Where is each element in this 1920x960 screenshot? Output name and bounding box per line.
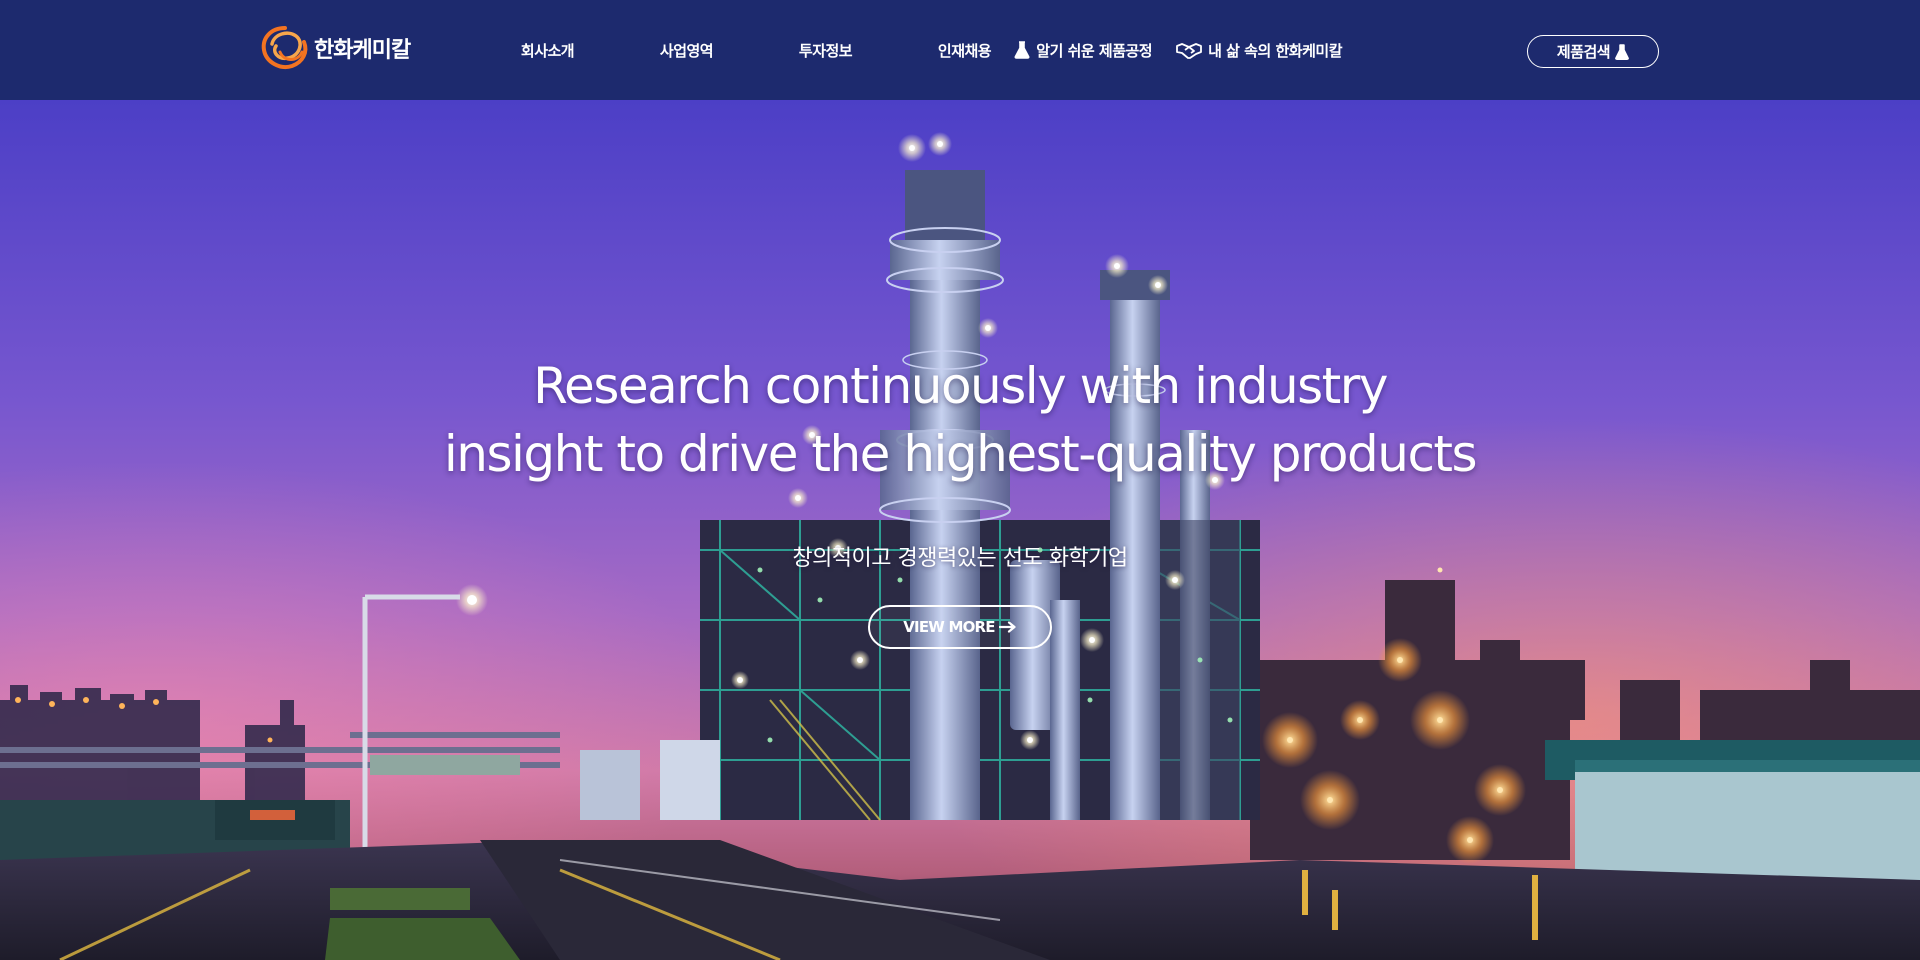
hero-subtitle: 창의적이고 경쟁력있는 선도 화학기업 — [792, 546, 1128, 571]
product-search-label: 제품검색 — [1556, 43, 1611, 61]
hero-section: Research continuously with industry insi… — [0, 100, 1920, 960]
handshake-icon — [1176, 43, 1203, 59]
nav-item-business[interactable]: 사업영역 — [617, 40, 756, 61]
nav-item-company[interactable]: 회사소개 — [478, 40, 617, 61]
arrow-right-icon — [998, 621, 1016, 633]
flask-icon — [1615, 43, 1629, 60]
hero-title-line-2: insight to drive the highest-quality pro… — [443, 425, 1478, 483]
nav-item-investor[interactable]: 투자정보 — [756, 40, 895, 61]
flask-icon — [1014, 41, 1030, 59]
view-more-button[interactable]: VIEW MORE — [868, 605, 1052, 649]
page: 한화케미칼 회사소개 사업영역 투자정보 인재채용 알기 쉬운 제품공정 내 삶… — [0, 0, 1920, 960]
logo-text: 한화케미칼 — [314, 38, 411, 63]
utility-links: 알기 쉬운 제품공정 내 삶 속의 한화케미칼 — [990, 0, 1342, 100]
hanwha-in-life-link[interactable]: 내 삶 속의 한화케미칼 — [1176, 40, 1342, 61]
hero-background-plant-image — [0, 100, 1920, 960]
hero-title-line-1: Research continuously with industry — [533, 357, 1388, 415]
hanwha-in-life-label: 내 삶 속의 한화케미칼 — [1208, 41, 1342, 60]
main-nav: 회사소개 사업영역 투자정보 인재채용 — [478, 0, 1034, 100]
hanwha-logo-icon — [261, 26, 308, 69]
logo[interactable]: 한화케미칼 — [258, 22, 411, 74]
product-process-link[interactable]: 알기 쉬운 제품공정 — [1014, 40, 1153, 61]
product-search-button[interactable]: 제품검색 — [1527, 35, 1659, 68]
view-more-label: VIEW MORE — [903, 618, 995, 636]
product-process-label: 알기 쉬운 제품공정 — [1036, 41, 1153, 60]
hero-title: Research continuously with industry insi… — [0, 352, 1920, 488]
site-header: 한화케미칼 회사소개 사업영역 투자정보 인재채용 알기 쉬운 제품공정 내 삶… — [0, 0, 1920, 100]
